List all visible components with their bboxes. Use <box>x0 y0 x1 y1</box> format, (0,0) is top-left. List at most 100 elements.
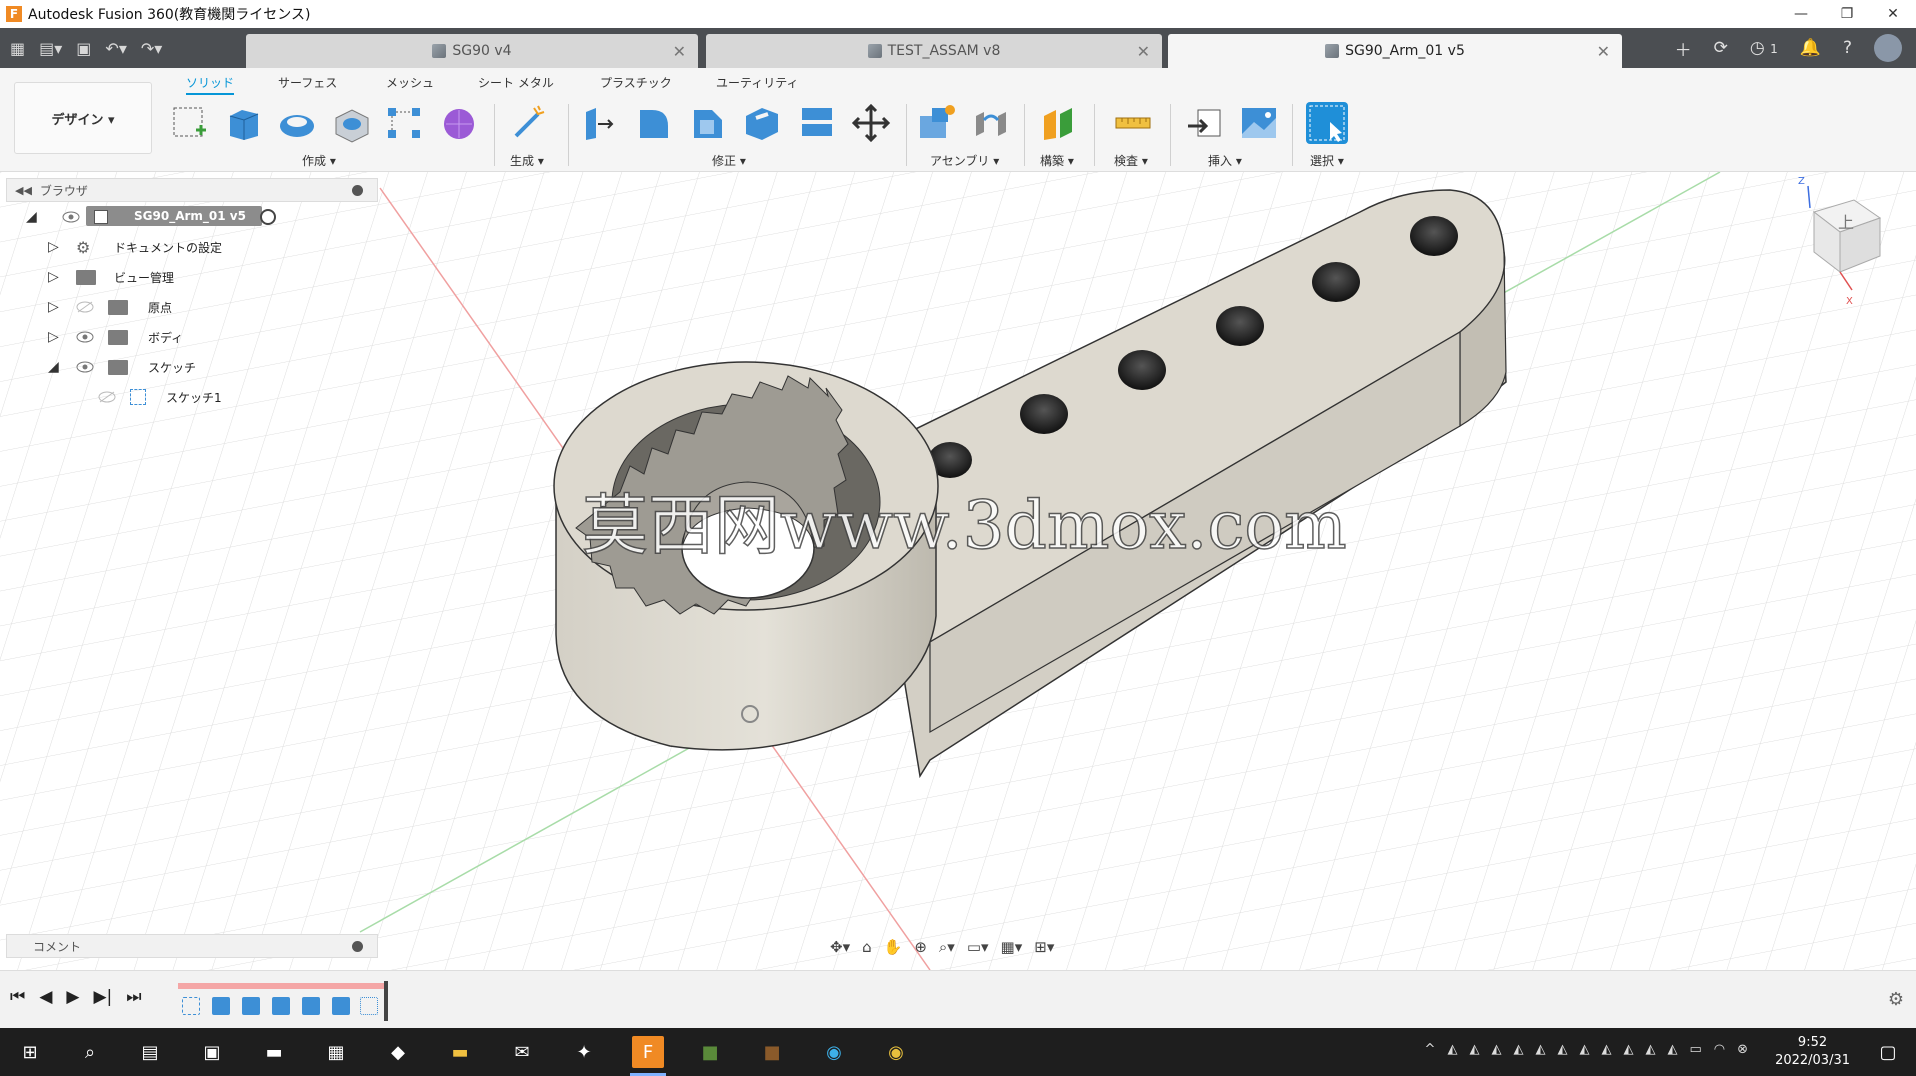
fit-icon[interactable]: ⌕▾ <box>939 938 955 956</box>
terminal-taskbar-icon[interactable]: ▬ <box>258 1036 290 1068</box>
step-forward-icon[interactable]: ▶| <box>93 987 112 1007</box>
select-icon[interactable] <box>1306 102 1348 144</box>
press-pull-icon[interactable] <box>580 102 622 144</box>
play-icon[interactable]: ▶ <box>66 987 79 1007</box>
tab-plastic[interactable]: プラスチック <box>600 74 672 91</box>
minimize-button[interactable]: — <box>1778 0 1824 28</box>
close-tab-icon[interactable]: ✕ <box>1597 42 1610 61</box>
battery-icon[interactable]: ▭ <box>1689 1042 1701 1057</box>
tool-taskbar-icon[interactable]: ✦ <box>568 1036 600 1068</box>
hidden-eye-icon[interactable] <box>98 391 116 403</box>
tab-sg90-arm[interactable]: SG90_Arm_01 v5 ✕ <box>1168 34 1622 68</box>
combine-icon[interactable] <box>796 102 838 144</box>
orbit-icon[interactable]: ✥▾ <box>830 938 850 956</box>
look-at-icon[interactable]: ⌂ <box>862 938 872 956</box>
generative-icon[interactable] <box>508 102 550 144</box>
fillet-icon[interactable] <box>634 102 676 144</box>
pan-hand-icon[interactable]: ✋ <box>884 938 903 956</box>
new-component-icon[interactable] <box>916 102 958 144</box>
step-back-icon[interactable]: ◀ <box>39 987 52 1007</box>
shell-icon[interactable] <box>742 102 784 144</box>
tray-app-icon[interactable]: ◭ <box>1579 1042 1589 1057</box>
tray-app-icon[interactable]: ◭ <box>1557 1042 1567 1057</box>
timeline-extrude-feature[interactable] <box>212 997 230 1015</box>
tray-app-icon[interactable]: ◭ <box>1645 1042 1655 1057</box>
save-icon[interactable]: ▣ <box>76 39 91 58</box>
data-panel-grid-icon[interactable]: ▦ <box>10 39 25 58</box>
close-button[interactable]: ✕ <box>1870 0 1916 28</box>
add-comment-icon[interactable] <box>352 941 363 952</box>
expand-triangle-icon[interactable]: ▷ <box>48 299 59 315</box>
tree-item-origin[interactable]: ▷ 原点 <box>6 292 378 322</box>
activate-radio-icon[interactable] <box>260 209 276 225</box>
group-select[interactable]: 選択 ▾ <box>1310 152 1344 169</box>
tree-item-sketch1[interactable]: スケッチ1 <box>6 382 378 412</box>
app-taskbar-icon[interactable]: ◆ <box>382 1036 414 1068</box>
chamfer-icon[interactable] <box>688 102 730 144</box>
pattern-icon[interactable] <box>384 102 426 144</box>
tab-surface[interactable]: サーフェス <box>278 74 337 91</box>
notification-bell-icon[interactable]: 🔔 <box>1800 38 1821 58</box>
offset-plane-icon[interactable] <box>1038 102 1080 144</box>
timeline-pattern-feature[interactable] <box>360 997 378 1015</box>
tree-item-document-settings[interactable]: ▷ ⚙ ドキュメントの設定 <box>6 232 378 262</box>
taskbar-clock[interactable]: 9:52 2022/03/31 <box>1775 1034 1850 1070</box>
timeline-extrude-feature[interactable] <box>332 997 350 1015</box>
help-icon[interactable]: ? <box>1843 38 1852 58</box>
tree-item-named-views[interactable]: ▷ ビュー管理 <box>6 262 378 292</box>
revolve-icon[interactable] <box>276 102 318 144</box>
tab-sheet-metal[interactable]: シート メタル <box>478 74 554 91</box>
tree-item-bodies[interactable]: ▷ ボディ <box>6 322 378 352</box>
browser-header[interactable]: ◀◀ ブラウザ <box>6 178 378 202</box>
tray-app-icon[interactable]: ◭ <box>1623 1042 1633 1057</box>
tray-app-icon[interactable]: ◭ <box>1601 1042 1611 1057</box>
minecraft-taskbar-icon[interactable]: ■ <box>694 1036 726 1068</box>
go-to-start-icon[interactable]: ⏮ <box>10 987 25 1007</box>
create-sketch-icon[interactable] <box>168 102 210 144</box>
restore-button[interactable]: ❐ <box>1824 0 1870 28</box>
visibility-eye-icon[interactable] <box>76 361 94 373</box>
sync-icon[interactable]: ⟳ <box>1714 38 1728 58</box>
group-inspect[interactable]: 検査 ▾ <box>1114 152 1148 169</box>
folder-taskbar-icon[interactable]: ▬ <box>444 1036 476 1068</box>
group-insert[interactable]: 挿入 ▾ <box>1208 152 1242 169</box>
comments-panel[interactable]: コメント <box>6 934 378 958</box>
tray-app-icon[interactable]: ◭ <box>1491 1042 1501 1057</box>
mail-taskbar-icon[interactable]: ✉ <box>506 1036 538 1068</box>
go-to-end-icon[interactable]: ⏭ <box>126 987 141 1007</box>
timeline-extrude-feature[interactable] <box>272 997 290 1015</box>
timeline-extrude-feature[interactable] <box>302 997 320 1015</box>
grid-settings-icon[interactable]: ▦▾ <box>1001 938 1023 956</box>
zoom-icon[interactable]: ⊕ <box>914 938 927 956</box>
group-assembly[interactable]: アセンブリ ▾ <box>930 152 999 169</box>
new-tab-plus-icon[interactable]: ＋ <box>1675 36 1692 61</box>
timeline-extrude-feature[interactable] <box>242 997 260 1015</box>
tray-app-icon[interactable]: ◭ <box>1667 1042 1677 1057</box>
group-construct[interactable]: 構築 ▾ <box>1040 152 1074 169</box>
file-menu-icon[interactable]: ▤▾ <box>39 39 62 58</box>
display-settings-icon[interactable]: ▭▾ <box>967 938 989 956</box>
group-modify[interactable]: 修正 ▾ <box>712 152 746 169</box>
chrome-taskbar-icon[interactable]: ◉ <box>880 1036 912 1068</box>
search-icon[interactable]: ⌕ <box>74 1036 106 1068</box>
store-taskbar-icon[interactable]: ▦ <box>320 1036 352 1068</box>
hole-icon[interactable] <box>330 102 372 144</box>
windows-start-icon[interactable]: ⊞ <box>14 1036 46 1068</box>
task-view-icon[interactable]: ▤ <box>134 1036 166 1068</box>
timeline-track[interactable] <box>178 981 388 1021</box>
close-tab-icon[interactable]: ✕ <box>673 42 686 61</box>
collapse-icon[interactable]: ◀◀ <box>15 184 32 197</box>
timeline-settings-gear-icon[interactable]: ⚙ <box>1888 989 1904 1010</box>
hidden-eye-icon[interactable] <box>76 301 94 313</box>
insert-canvas-icon[interactable] <box>1238 102 1280 144</box>
tab-utility[interactable]: ユーティリティ <box>716 74 799 91</box>
tray-app-icon[interactable]: ◭ <box>1535 1042 1545 1057</box>
tab-solid[interactable]: ソリッド <box>186 74 235 95</box>
extrude-icon[interactable] <box>222 102 264 144</box>
root-component-label[interactable]: SG90_Arm_01 v5 <box>86 206 262 226</box>
expand-triangle-icon[interactable]: ▷ <box>48 239 59 255</box>
create-form-icon[interactable] <box>438 102 480 144</box>
collapse-triangle-icon[interactable]: ◢ <box>26 209 37 225</box>
viewports-icon[interactable]: ⊞▾ <box>1034 938 1054 956</box>
visibility-eye-icon[interactable] <box>62 211 80 223</box>
